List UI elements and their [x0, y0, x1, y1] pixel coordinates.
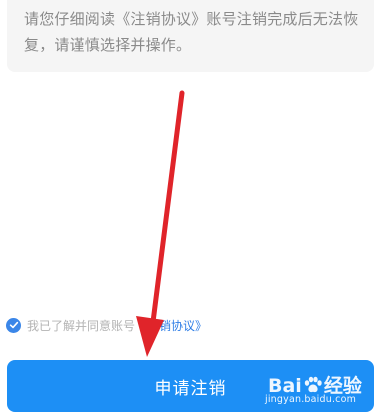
apply-cancellation-button-label: 申请注销: [154, 378, 227, 399]
baidu-jingyan-watermark: Bai 经验 jingyan.baidu.com: [265, 367, 375, 413]
agreement-checkbox[interactable]: [6, 317, 21, 333]
check-icon: [9, 321, 18, 329]
cancellation-notice-text: 请您仔细阅读《注销协议》账号注销完成后无法恢复，请谨慎选择并操作。: [24, 10, 359, 54]
agreement-text: 我已了解并同意账号: [27, 318, 136, 333]
cancellation-agreement-link[interactable]: 《注销协议》: [135, 317, 207, 334]
watermark-url: jingyan.baidu.com: [265, 394, 357, 405]
cancellation-notice: 请您仔细阅读《注销协议》账号注销完成后无法恢复，请谨慎选择并操作。: [7, 0, 374, 72]
agreement-row[interactable]: 我已了解并同意账号 《注销协议》: [6, 315, 207, 335]
